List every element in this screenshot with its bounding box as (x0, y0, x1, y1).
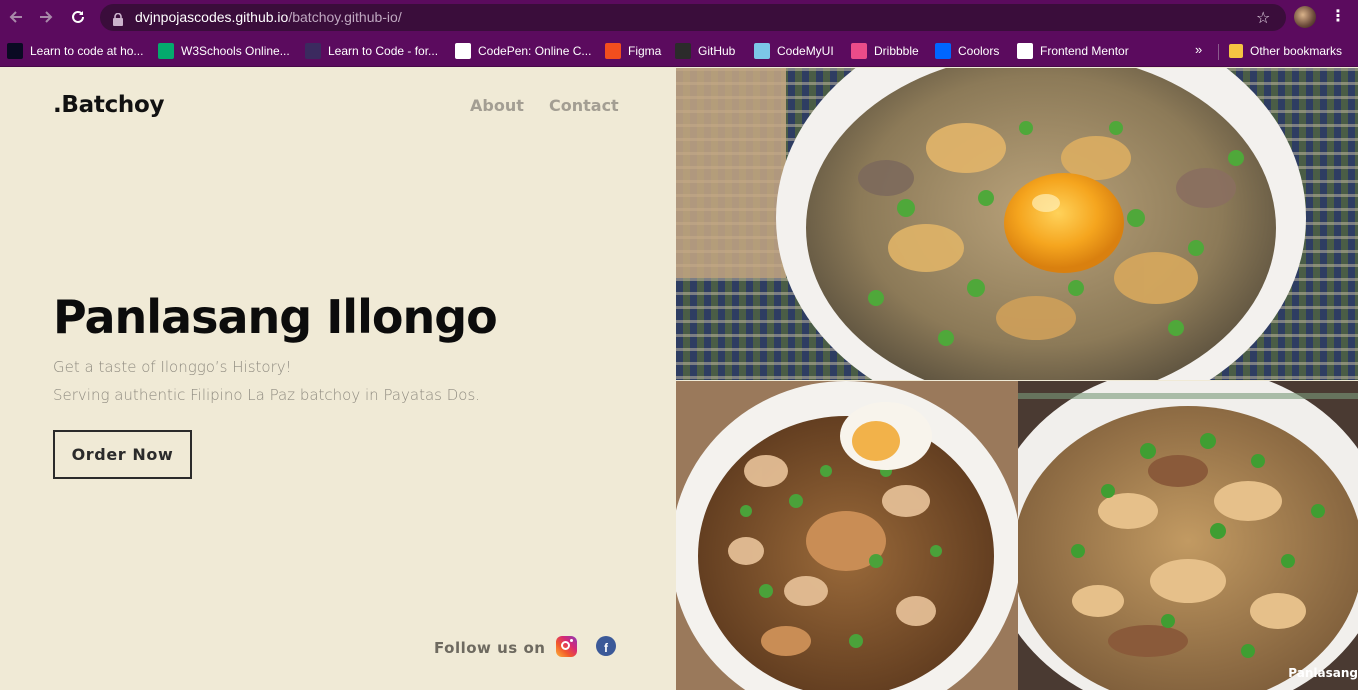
bookmark-item[interactable]: Coolors (935, 41, 999, 61)
bookmark-item[interactable]: Figma (605, 41, 661, 61)
bookmark-label: Dribbble (874, 44, 919, 58)
lock-icon (112, 11, 124, 26)
back-arrow-icon[interactable] (4, 5, 28, 29)
batchoy-shrimp-photo (676, 381, 1018, 690)
bookmark-label: Learn to code at ho... (30, 44, 144, 58)
bookmark-item[interactable]: GitHub (675, 41, 735, 61)
codemyui-icon (754, 43, 770, 59)
codepen-icon (455, 43, 471, 59)
w3schools-icon (158, 43, 174, 59)
forward-arrow-icon[interactable] (34, 5, 58, 29)
bookmark-item[interactable]: Dribbble (851, 41, 919, 61)
bookmark-label: CodeMyUI (777, 44, 834, 58)
order-now-button[interactable]: Order Now (53, 430, 192, 479)
kebab-menu-icon[interactable]: ⋮ (1330, 6, 1346, 25)
instagram-icon[interactable] (556, 636, 577, 657)
bookmark-item[interactable]: Learn to Code - for... (305, 41, 438, 61)
browser-toolbar: dvjnpojascodes.github.io/batchoy.github-… (0, 0, 1358, 35)
more-bookmarks-button[interactable]: » (1195, 42, 1202, 57)
bookmark-star-icon[interactable]: ☆ (1256, 8, 1270, 27)
bookmark-label: Learn to Code - for... (328, 44, 439, 58)
other-bookmarks-label: Other bookmarks (1250, 44, 1343, 58)
site-logo[interactable]: .Batchoy (53, 92, 164, 118)
scrimba-icon (305, 43, 321, 59)
batchoy-egg-photo (676, 68, 1358, 380)
profile-avatar[interactable] (1294, 6, 1316, 28)
hero-description: Serving authentic Filipino La Paz batcho… (53, 386, 481, 404)
webpage: .Batchoy About Contact Panlasang Illongo… (0, 68, 1358, 690)
bookmark-label: Coolors (958, 44, 1000, 58)
coolors-icon (935, 43, 951, 59)
batchoy-chicharon-photo: Panlasang (1018, 381, 1358, 690)
github-icon (675, 43, 691, 59)
bookmark-item[interactable]: W3Schools Online... (158, 41, 290, 61)
bookmark-label: W3Schools Online... (181, 44, 290, 58)
hero-title: Panlasang Illongo (53, 290, 498, 344)
bookmark-item[interactable]: Frontend Mentor (1017, 41, 1129, 61)
facebook-icon[interactable]: f (596, 636, 616, 656)
hero-tagline: Get a taste of Ilonggo’s History! (53, 358, 292, 376)
bookmarks-bar: » Other bookmarks Learn to code at ho...… (0, 35, 1358, 67)
address-bar[interactable]: dvjnpojascodes.github.io/batchoy.github-… (100, 4, 1286, 31)
bookmark-label: Figma (628, 44, 662, 58)
bookmark-item[interactable]: CodePen: Online C... (455, 41, 591, 61)
photo-watermark: Panlasang (1288, 666, 1358, 680)
bookmark-item[interactable]: CodeMyUI (754, 41, 834, 61)
follow-label: Follow us on (434, 639, 546, 657)
freecodecamp-icon (7, 43, 23, 59)
figma-icon (605, 43, 621, 59)
hero-panel: .Batchoy About Contact Panlasang Illongo… (0, 68, 676, 690)
bookmark-item[interactable]: Learn to code at ho... (7, 41, 143, 61)
bookmark-label: Frontend Mentor (1040, 44, 1129, 58)
bookmarks-divider (1218, 44, 1219, 60)
nav-link-about[interactable]: About (470, 96, 524, 115)
other-bookmarks-folder[interactable]: Other bookmarks (1229, 41, 1342, 61)
dribbble-icon (851, 43, 867, 59)
bookmark-label: CodePen: Online C... (478, 44, 592, 58)
frontend-mentor-icon (1017, 43, 1033, 59)
nav-link-contact[interactable]: Contact (549, 96, 619, 115)
folder-icon (1229, 44, 1243, 58)
bookmark-label: GitHub (698, 44, 736, 58)
reload-icon[interactable] (66, 5, 90, 29)
url-text[interactable]: dvjnpojascodes.github.io/batchoy.github-… (135, 9, 402, 25)
